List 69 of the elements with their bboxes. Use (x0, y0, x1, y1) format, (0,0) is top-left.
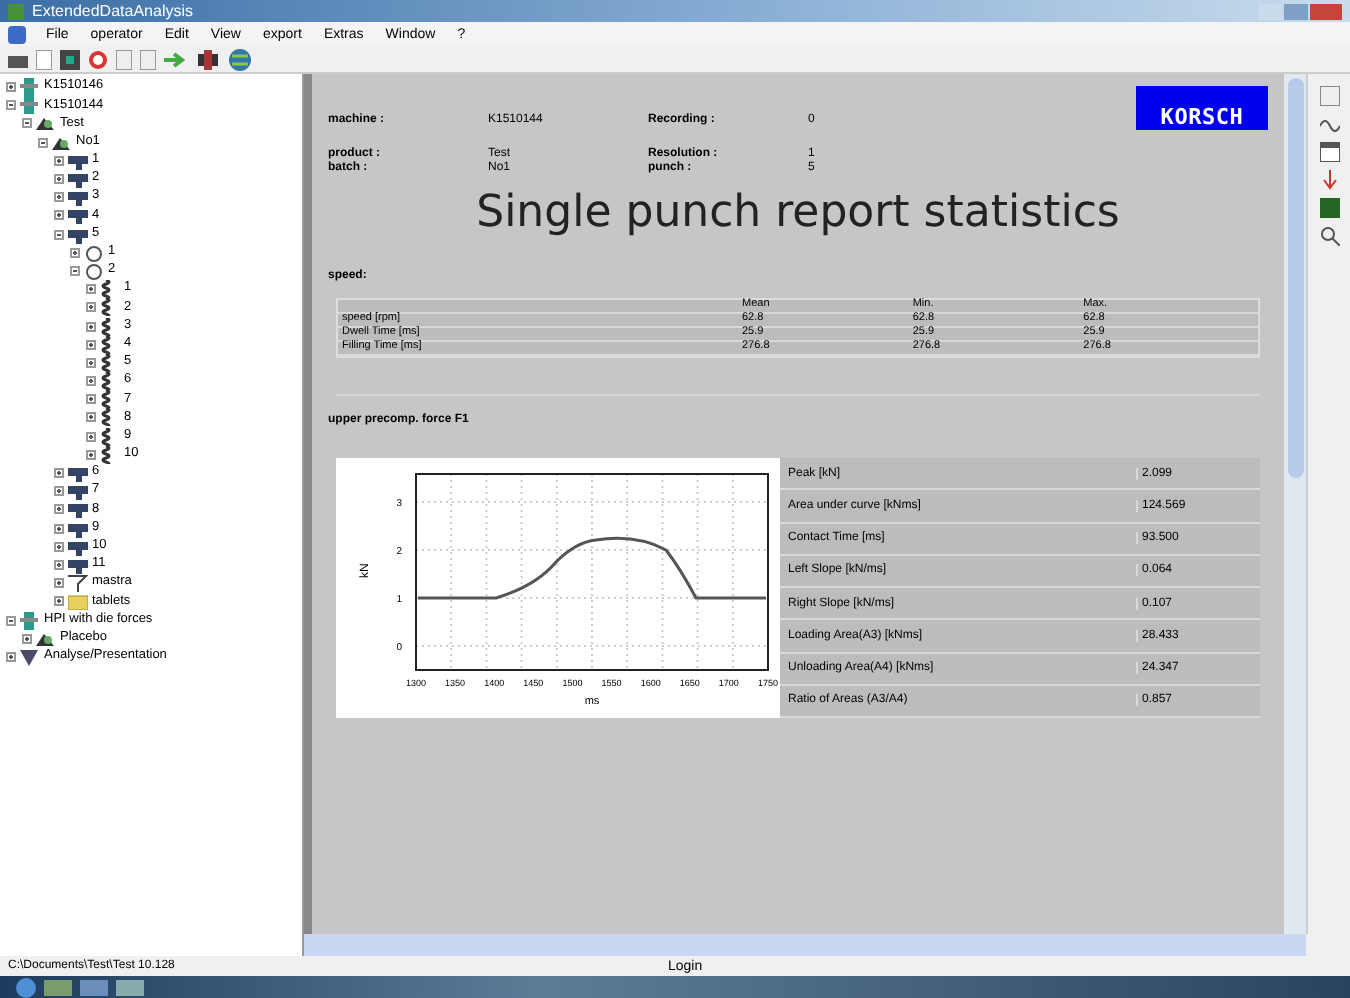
report-title: Single punch report statistics (474, 188, 1122, 240)
folder-icon (68, 592, 88, 611)
expand-icon[interactable] (54, 523, 64, 534)
expand-icon[interactable] (54, 155, 64, 166)
expand-icon[interactable] (86, 449, 96, 460)
logo: KORSCH (1136, 104, 1268, 130)
collapse-icon[interactable] (38, 137, 48, 148)
close-icon[interactable] (1310, 3, 1342, 19)
page-icon[interactable] (36, 49, 52, 69)
expand-icon[interactable] (86, 357, 96, 368)
collapse-icon[interactable] (6, 100, 16, 111)
horizontal-scrollbar[interactable] (304, 934, 1306, 956)
pile-icon (36, 114, 56, 133)
punch-icon[interactable] (196, 49, 220, 69)
expand-icon[interactable] (70, 247, 80, 258)
punch-icon (68, 206, 88, 225)
arrow-icon[interactable] (164, 49, 188, 69)
taskbar-app-icon[interactable] (80, 979, 108, 995)
taskbar-app-icon[interactable] (44, 979, 72, 995)
expand-icon[interactable] (54, 486, 64, 497)
collapse-icon[interactable] (70, 265, 80, 276)
expand-icon[interactable] (54, 504, 64, 515)
expand-icon[interactable] (86, 394, 96, 405)
expand-icon[interactable] (54, 559, 64, 570)
expand-icon[interactable] (54, 468, 64, 479)
arrow-icon[interactable] (1319, 170, 1339, 190)
expand-icon[interactable] (54, 210, 64, 221)
expand-icon[interactable] (54, 541, 64, 552)
punch-icon (68, 151, 88, 170)
pile-icon (52, 133, 72, 152)
vertical-scrollbar[interactable] (1284, 74, 1306, 934)
punch-icon (68, 225, 88, 244)
collapse-icon[interactable] (22, 118, 32, 129)
expand-icon[interactable] (86, 376, 96, 387)
expand-icon[interactable] (86, 431, 96, 442)
scroll-thumb[interactable] (1287, 78, 1303, 478)
window-icon[interactable] (1319, 142, 1339, 162)
expand-icon[interactable] (54, 578, 64, 589)
square-icon[interactable] (1319, 198, 1339, 218)
triangle-icon (20, 647, 40, 666)
expand-icon[interactable] (54, 596, 64, 607)
expand-icon[interactable] (86, 302, 96, 313)
collapse-icon[interactable] (54, 229, 64, 240)
taskbar-app-icon[interactable] (116, 979, 144, 995)
expand-icon[interactable] (54, 174, 64, 185)
expand-icon[interactable] (22, 633, 32, 644)
pile-icon (36, 629, 56, 648)
window-title: ExtendedDataAnalysis (32, 3, 193, 19)
app-menu-icon[interactable] (8, 25, 26, 43)
expand-icon[interactable] (6, 82, 16, 93)
expand-icon[interactable] (6, 651, 16, 662)
expand-icon[interactable] (86, 321, 96, 332)
machine-icon (20, 611, 40, 630)
punch-icon (68, 500, 88, 519)
machine-icon (20, 78, 40, 97)
expand-icon[interactable] (86, 339, 96, 350)
expand-icon[interactable] (54, 192, 64, 203)
collapse-icon[interactable] (6, 615, 16, 626)
search-icon[interactable] (1319, 226, 1339, 246)
funnel-icon (68, 574, 88, 593)
punch-icon (68, 555, 88, 574)
wave-icon[interactable] (1319, 114, 1339, 134)
app-icon (8, 3, 24, 19)
tool-icon[interactable] (60, 49, 80, 69)
brand-band (1136, 86, 1268, 104)
start-button[interactable] (16, 977, 36, 997)
expand-icon[interactable] (86, 284, 96, 295)
expand-icon[interactable] (86, 412, 96, 423)
machine-icon (20, 96, 40, 115)
